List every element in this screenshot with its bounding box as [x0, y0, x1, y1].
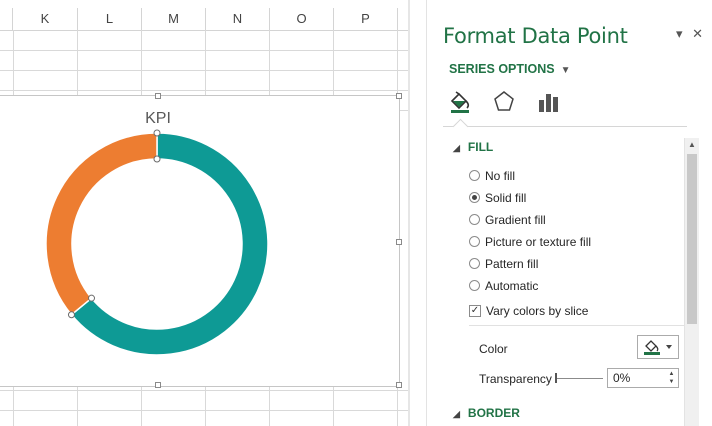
- slice-selection-handle[interactable]: [153, 129, 161, 137]
- format-pane: Format Data Point ▾ ✕ SERIES OPTIONS ▼ ◢ F…: [426, 0, 712, 426]
- spreadsheet-area[interactable]: K L M N O P KPI: [0, 0, 410, 426]
- grid-line: [0, 70, 410, 71]
- caret-down-icon: ▼: [560, 65, 571, 76]
- chart-area[interactable]: KPI: [0, 93, 402, 388]
- slice-selection-handle[interactable]: [153, 155, 161, 163]
- paint-bucket-icon: [644, 340, 672, 355]
- radio-button-selected[interactable]: [469, 192, 480, 204]
- options-panel: ◢ FILL No fill Solid fill Gradient fill P…: [443, 136, 687, 426]
- radio-button[interactable]: [469, 280, 480, 292]
- separator: [469, 325, 685, 326]
- bar-chart-icon[interactable]: [535, 88, 561, 114]
- column-header-n[interactable]: N: [206, 8, 270, 30]
- transparency-input[interactable]: 0% ▲ ▼: [607, 368, 679, 388]
- slice-selection-handle[interactable]: [67, 311, 75, 319]
- column-header-m[interactable]: M: [142, 8, 206, 30]
- radio-solid-fill[interactable]: Solid fill: [469, 189, 526, 207]
- chart-resize-handle-bottom[interactable]: [155, 382, 161, 388]
- pane-title: Format Data Point: [443, 24, 628, 48]
- vary-colors-checkbox[interactable]: ✓ Vary colors by slice: [469, 302, 588, 320]
- grid-line: [0, 90, 410, 91]
- checkmark-icon[interactable]: ✓: [469, 304, 481, 317]
- border-section-header[interactable]: ◢ BORDER: [453, 406, 520, 420]
- collapse-triangle-icon: ◢: [453, 409, 460, 419]
- spinner-icon[interactable]: ▲ ▼: [667, 370, 676, 386]
- column-header-o[interactable]: O: [270, 8, 334, 30]
- doughnut-slice-2[interactable]: [45, 132, 158, 316]
- paint-bucket-icon[interactable]: [447, 88, 473, 114]
- radio-button[interactable]: [469, 258, 480, 270]
- chart-resize-handle-right[interactable]: [396, 239, 402, 245]
- collapse-triangle-icon: ◢: [453, 143, 460, 153]
- series-options-label: SERIES OPTIONS: [449, 62, 555, 76]
- color-label: Color: [479, 342, 508, 356]
- column-header-p[interactable]: P: [334, 8, 398, 30]
- radio-automatic[interactable]: Automatic: [469, 277, 538, 295]
- grid-line: [0, 410, 410, 411]
- column-header-partial[interactable]: [0, 8, 13, 30]
- chart-resize-handle-bottom-right[interactable]: [396, 382, 402, 388]
- pane-scrollbar[interactable]: ▲: [684, 138, 699, 426]
- tab-divider: [443, 126, 687, 127]
- fill-section-header[interactable]: ◢ FILL: [453, 140, 493, 154]
- radio-button[interactable]: [469, 214, 480, 226]
- column-header-l[interactable]: L: [78, 8, 142, 30]
- series-options-dropdown[interactable]: SERIES OPTIONS ▼: [449, 62, 571, 76]
- radio-picture-texture-fill[interactable]: Picture or texture fill: [469, 233, 591, 251]
- radio-gradient-fill[interactable]: Gradient fill: [469, 211, 546, 229]
- sheet-scroll-edge[interactable]: [408, 0, 410, 426]
- pentagon-icon[interactable]: [491, 88, 517, 114]
- scrollbar-thumb[interactable]: [687, 154, 697, 324]
- active-tab-pointer: [452, 118, 469, 135]
- scroll-up-icon[interactable]: ▲: [685, 140, 699, 152]
- close-icon[interactable]: ✕: [692, 26, 703, 42]
- color-picker-button[interactable]: [637, 335, 679, 359]
- radio-button[interactable]: [469, 236, 480, 248]
- slice-selection-handle[interactable]: [88, 294, 96, 302]
- transparency-slider-thumb[interactable]: [555, 373, 557, 383]
- transparency-label: Transparency: [479, 372, 552, 386]
- column-header-k[interactable]: K: [13, 8, 78, 30]
- radio-pattern-fill[interactable]: Pattern fill: [469, 255, 538, 273]
- caret-down-icon[interactable]: ▾: [676, 26, 683, 42]
- pane-controls: ▾ ✕: [670, 26, 703, 42]
- chart-resize-handle-top[interactable]: [155, 93, 161, 99]
- grid-line: [0, 390, 410, 391]
- grid-line: [0, 50, 410, 51]
- transparency-slider[interactable]: [555, 378, 603, 379]
- radio-button[interactable]: [469, 170, 480, 182]
- chart-resize-handle-top-right[interactable]: [396, 93, 402, 99]
- column-header-bar: K L M N O P: [0, 8, 410, 31]
- radio-no-fill[interactable]: No fill: [469, 167, 515, 185]
- doughnut-chart[interactable]: [0, 96, 400, 388]
